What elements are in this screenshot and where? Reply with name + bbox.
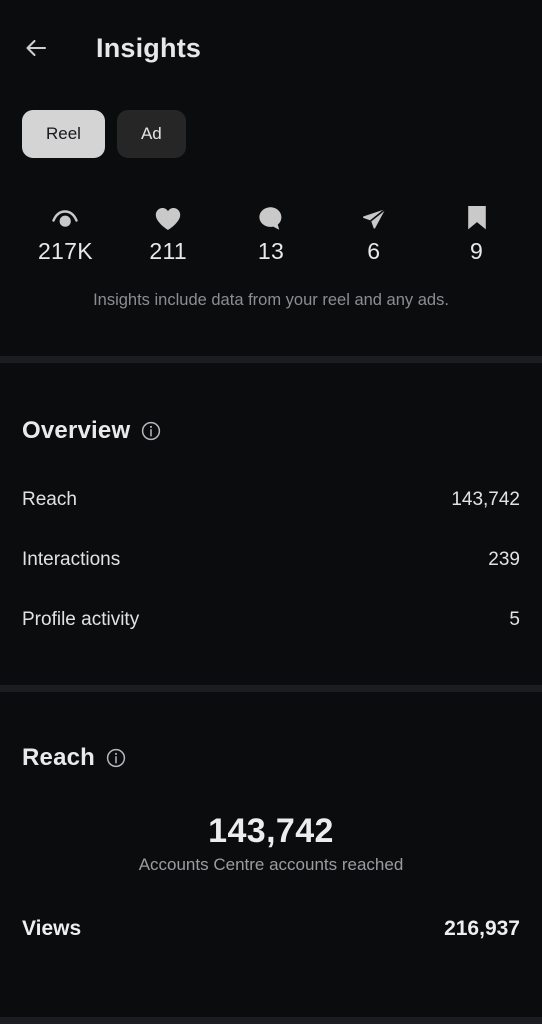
bookmark-icon [465,202,489,232]
section-divider-2 [0,685,542,692]
engagement-stats-row: 217K 211 13 6 9 [0,202,542,265]
stat-likes-value: 211 [149,238,187,264]
app-header: Insights [0,0,542,96]
overview-title: Overview [22,417,131,444]
stat-shares-value: 6 [367,238,381,264]
filter-pill-reel[interactable]: Reel [22,110,105,158]
overview-section: Overview Reach 143,742 Interactions 239 … [0,417,542,631]
overview-row-interactions[interactable]: Interactions 239 [22,549,520,571]
page-title: Insights [96,32,202,63]
reach-section: Reach 143,742 Accounts Centre accounts r… [0,744,542,941]
stat-views-value: 217K [37,238,93,264]
reach-row-value: 216,937 [444,917,520,940]
overview-row-value: 5 [509,609,520,630]
reach-title: Reach [22,744,96,771]
heart-icon [154,202,182,232]
stat-saves-value: 9 [470,238,484,264]
stat-comments-value: 13 [257,238,285,264]
back-button[interactable] [14,26,58,70]
filter-pill-ad[interactable]: Ad [116,110,186,158]
overview-row-label: Interactions [22,549,121,570]
overview-header: Overview [22,417,520,445]
insights-screen: Insights Reel Ad 217K 211 13 6 9 Insight… [0,0,542,1024]
reach-row-label: Views [22,917,82,940]
stat-views[interactable]: 217K [14,202,117,265]
views-icon [50,202,80,232]
arrow-left-icon [21,33,51,63]
overview-row-value: 239 [488,549,520,570]
share-icon [360,202,388,232]
insights-note: Insights include data from your reel and… [93,291,449,309]
stat-saves[interactable]: 9 [425,202,528,265]
reach-highlight-value: 143,742 [208,812,334,850]
section-divider-1 [0,356,542,363]
comment-icon [257,202,285,232]
info-icon[interactable] [141,421,161,441]
overview-row-profile-activity[interactable]: Profile activity 5 [22,609,520,631]
stat-comments[interactable]: 13 [220,202,323,265]
overview-row-reach[interactable]: Reach 143,742 [22,489,520,511]
section-divider-3 [0,1017,542,1024]
stat-shares[interactable]: 6 [322,202,425,265]
content-type-filter: Reel Ad [0,110,542,158]
info-icon[interactable] [106,748,126,768]
overview-row-label: Profile activity [22,609,140,630]
stat-likes[interactable]: 211 [117,202,220,265]
reach-highlight-caption: Accounts Centre accounts reached [138,855,404,874]
reach-row-views[interactable]: Views 216,937 [22,917,520,941]
reach-header: Reach [22,744,520,772]
overview-row-label: Reach [22,489,77,510]
overview-row-value: 143,742 [451,489,520,510]
reach-highlight: 143,742 Accounts Centre accounts reached [22,812,520,875]
